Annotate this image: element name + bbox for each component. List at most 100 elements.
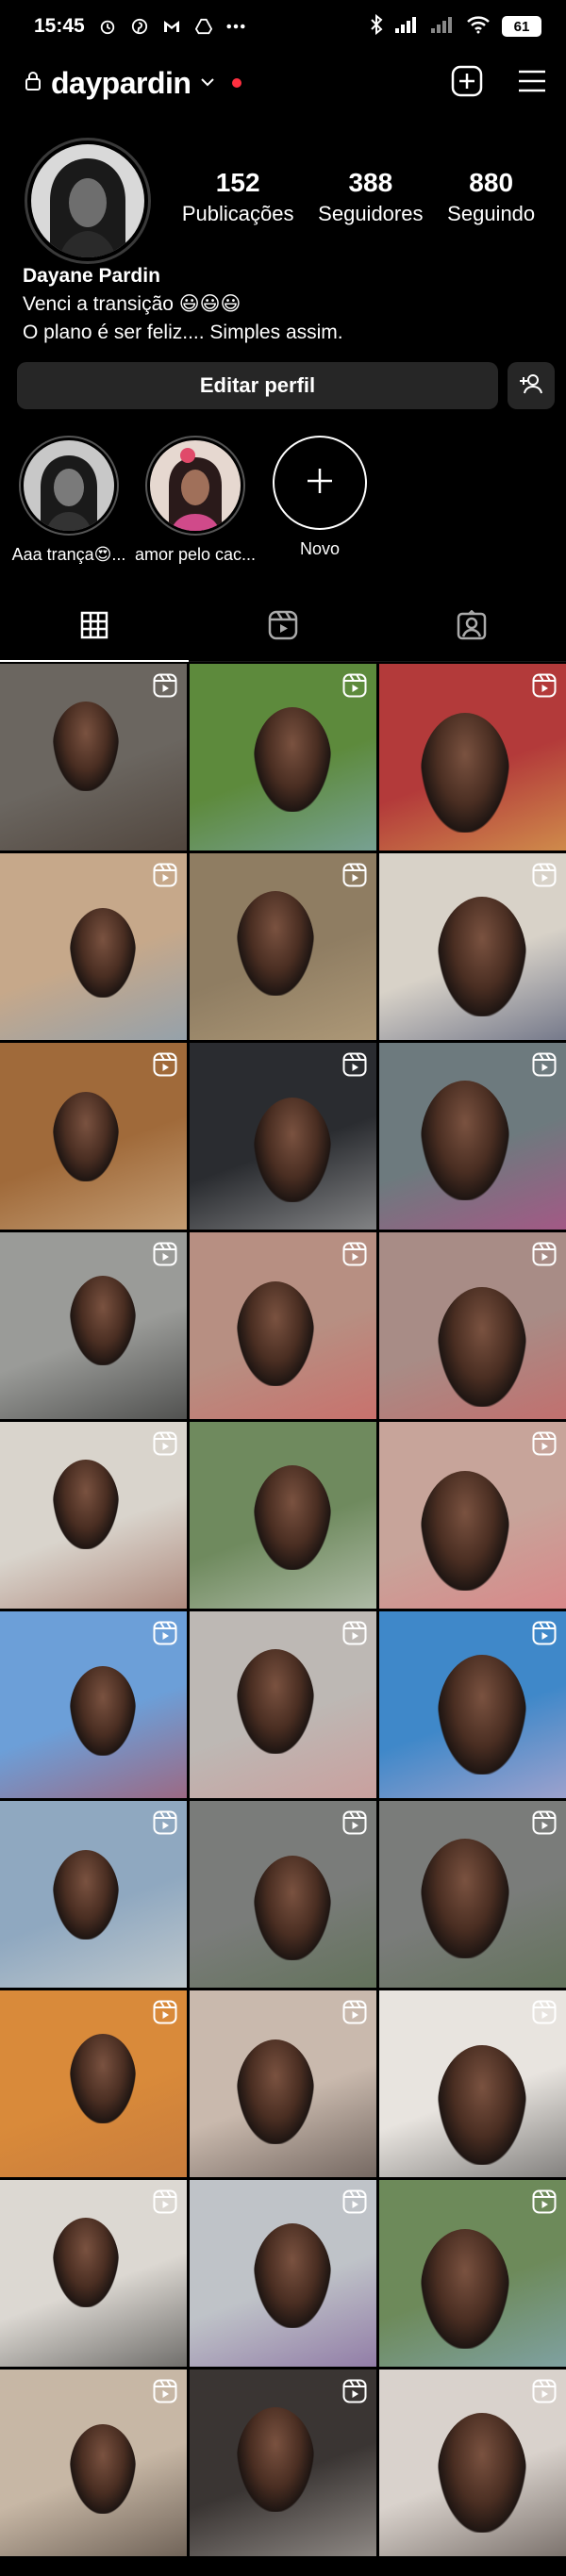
post-subject	[421, 2229, 509, 2349]
post-subject	[254, 707, 331, 812]
post-thumbnail[interactable]	[0, 1232, 187, 1419]
tagged-icon	[457, 609, 487, 645]
reels-icon	[532, 673, 557, 698]
post-thumbnail[interactable]	[379, 853, 566, 1040]
bluetooth-icon	[370, 13, 383, 40]
post-thumbnail[interactable]	[0, 1801, 187, 1988]
post-thumbnail[interactable]	[0, 1043, 187, 1230]
post-subject	[254, 1465, 331, 1570]
post-subject	[70, 908, 136, 998]
post-subject	[421, 1081, 509, 1200]
reels-icon	[532, 2000, 557, 2024]
story-highlights: Aaa trança😍... amor pelo cac... Novo	[0, 436, 566, 577]
post-thumbnail[interactable]	[190, 2180, 376, 2367]
reels-icon	[342, 1052, 367, 1077]
post-thumbnail[interactable]	[379, 1990, 566, 2177]
menu-icon[interactable]	[517, 69, 547, 98]
post-thumbnail[interactable]	[0, 664, 187, 850]
plus-icon	[304, 465, 336, 502]
status-bar: 15:45 61	[0, 0, 566, 53]
reels-icon	[153, 1242, 177, 1266]
reels-icon	[342, 2189, 367, 2214]
profile-avatar-ring[interactable]	[25, 138, 151, 264]
status-right: 61	[370, 13, 541, 40]
post-subject	[70, 1276, 136, 1365]
reels-icon	[342, 863, 367, 887]
posts-grid	[0, 664, 566, 2556]
profile-stats: 152 Publicações 388 Seguidores 880 Segui…	[170, 168, 547, 226]
post-subject	[70, 2424, 136, 2514]
profile-tabs	[0, 594, 566, 662]
posts-count: 152	[215, 168, 260, 197]
highlight-item[interactable]: Aaa trança😍...	[0, 436, 138, 565]
stat-followers[interactable]: 388 Seguidores	[318, 168, 423, 226]
highlight-ring	[19, 436, 119, 536]
post-thumbnail[interactable]	[190, 1611, 376, 1798]
post-subject	[421, 713, 509, 833]
post-subject	[421, 1839, 509, 1958]
pinterest-icon	[130, 17, 149, 36]
alarm-icon	[98, 17, 117, 36]
post-thumbnail[interactable]	[0, 2180, 187, 2367]
post-thumbnail[interactable]	[379, 2180, 566, 2367]
post-thumbnail[interactable]	[190, 664, 376, 850]
drive-icon	[194, 17, 213, 36]
post-thumbnail[interactable]	[379, 1801, 566, 1988]
post-thumbnail[interactable]	[0, 1990, 187, 2177]
tab-tagged[interactable]	[377, 594, 566, 662]
profile-header: daypardin	[0, 53, 566, 113]
add-person-icon	[519, 373, 543, 399]
reels-icon	[342, 673, 367, 698]
reels-icon	[153, 673, 177, 698]
reels-icon	[153, 2379, 177, 2403]
post-thumbnail[interactable]	[379, 1232, 566, 1419]
post-subject	[237, 2039, 314, 2144]
highlight-item[interactable]: amor pelo cac...	[126, 436, 264, 565]
post-thumbnail[interactable]	[379, 1043, 566, 1230]
highlight-ring	[145, 436, 245, 536]
status-left: 15:45	[34, 15, 245, 38]
new-highlight-circle	[273, 436, 367, 530]
post-thumbnail[interactable]	[190, 2370, 376, 2556]
post-subject	[237, 1281, 314, 1386]
discover-people-button[interactable]	[508, 362, 555, 409]
edit-profile-button[interactable]: Editar perfil	[17, 362, 498, 409]
reels-icon	[342, 1621, 367, 1645]
tab-posts-grid[interactable]	[0, 594, 189, 662]
more-notifications-icon	[226, 17, 245, 36]
post-thumbnail[interactable]	[190, 1990, 376, 2177]
tab-reels[interactable]	[189, 594, 377, 662]
post-thumbnail[interactable]	[379, 1611, 566, 1798]
post-thumbnail[interactable]	[0, 1611, 187, 1798]
display-name: Dayane Pardin	[23, 265, 160, 287]
post-thumbnail[interactable]	[0, 2370, 187, 2556]
reels-icon	[153, 1810, 177, 1835]
post-thumbnail[interactable]	[0, 1422, 187, 1609]
username: daypardin	[51, 65, 191, 100]
account-switcher[interactable]: daypardin	[25, 65, 242, 101]
post-thumbnail[interactable]	[379, 1422, 566, 1609]
post-subject	[438, 897, 526, 1016]
post-thumbnail[interactable]	[379, 664, 566, 850]
post-thumbnail[interactable]	[379, 2370, 566, 2556]
reels-icon	[532, 2189, 557, 2214]
post-subject	[237, 1649, 314, 1754]
post-thumbnail[interactable]	[190, 1232, 376, 1419]
battery-indicator: 61	[502, 16, 541, 37]
stat-following[interactable]: 880 Seguindo	[447, 168, 535, 226]
create-post-icon[interactable]	[451, 65, 483, 102]
stat-posts[interactable]: 152 Publicações	[182, 168, 294, 226]
post-thumbnail[interactable]	[0, 853, 187, 1040]
post-subject	[421, 1471, 509, 1591]
posts-label: Publicações	[181, 202, 294, 225]
post-thumbnail[interactable]	[190, 1801, 376, 1988]
new-highlight[interactable]: Novo	[251, 436, 389, 559]
reels-icon	[532, 1621, 557, 1645]
post-thumbnail[interactable]	[190, 1043, 376, 1230]
post-subject	[53, 1460, 119, 1549]
reels-icon	[153, 2000, 177, 2024]
post-thumbnail[interactable]	[190, 1422, 376, 1609]
followers-count: 388	[348, 168, 393, 197]
highlight-cover	[24, 440, 114, 531]
post-thumbnail[interactable]	[190, 853, 376, 1040]
